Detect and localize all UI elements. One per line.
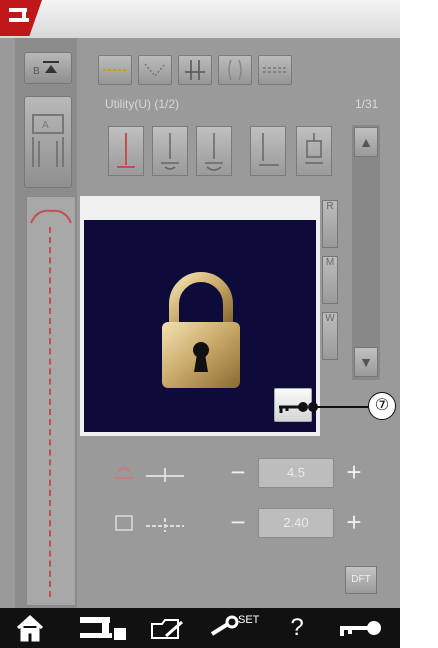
side-tab-2[interactable]: M bbox=[322, 256, 338, 304]
lock-key-button[interactable] bbox=[332, 614, 388, 642]
default-button[interactable]: DFT bbox=[345, 566, 377, 594]
callout-leader-line bbox=[312, 406, 368, 408]
presser-foot-lift-icon: B bbox=[33, 61, 59, 77]
elongation-icon bbox=[263, 67, 287, 73]
help-button[interactable]: ? bbox=[282, 614, 312, 642]
stitch-pattern-4[interactable] bbox=[250, 126, 286, 176]
open-file-button[interactable] bbox=[146, 614, 190, 642]
stitch-foot-icon bbox=[161, 133, 179, 170]
top-bar bbox=[0, 0, 400, 38]
sewing-machine-icon bbox=[9, 8, 29, 22]
presser-foot-outline-icon bbox=[30, 209, 72, 224]
stitch-foot-icon bbox=[305, 133, 323, 164]
width-value: 4.5 bbox=[258, 458, 334, 488]
callout-number: ⑦ bbox=[368, 392, 396, 420]
mirror-image-icon bbox=[228, 59, 242, 81]
stitch-foot-icon bbox=[259, 133, 279, 166]
stitch-pattern-5[interactable] bbox=[296, 126, 332, 176]
stitch-foot-icon bbox=[205, 133, 223, 171]
sewing-machine-screen: B A Utility(U) (1/2) 1/31 ▲ ▼ R M W − 4.… bbox=[0, 0, 400, 648]
svg-text:B: B bbox=[33, 66, 40, 77]
settings-label: SET bbox=[238, 614, 260, 626]
home-button[interactable] bbox=[10, 614, 50, 642]
presser-foot-icon: A bbox=[32, 114, 64, 167]
settings-button[interactable]: SET bbox=[208, 614, 264, 642]
twin-needle-icon bbox=[185, 60, 205, 80]
stitch-length-icon bbox=[115, 515, 184, 532]
folder-open-icon bbox=[151, 619, 183, 639]
scroll-down-button[interactable]: ▼ bbox=[354, 347, 378, 377]
svg-text:A: A bbox=[42, 120, 49, 131]
mirror-image-button[interactable] bbox=[218, 55, 252, 85]
stitch-length-control: − 2.40 + bbox=[110, 506, 370, 540]
stitch-width-icon bbox=[114, 467, 184, 482]
bottom-navigation-bar: SET ? bbox=[0, 608, 400, 648]
stitch-option-tabs: R M W bbox=[322, 200, 338, 370]
width-decrease-button[interactable]: − bbox=[220, 458, 256, 488]
key-icon bbox=[279, 402, 308, 413]
stitch-preview-line bbox=[49, 227, 53, 597]
stitch-pattern-3[interactable] bbox=[196, 126, 232, 176]
key-icon bbox=[340, 621, 381, 636]
presser-foot-up-button[interactable]: B bbox=[24, 52, 72, 84]
stitch-pattern-1[interactable] bbox=[108, 126, 144, 176]
callout-anchor-dot bbox=[308, 402, 318, 412]
length-increase-button[interactable]: + bbox=[336, 508, 372, 538]
needle-position-icon bbox=[144, 63, 166, 78]
elongation-button[interactable] bbox=[258, 55, 292, 85]
mode-title: Utility(U) (1/2) bbox=[105, 97, 179, 111]
stitch-width-control: − 4.5 + bbox=[110, 456, 370, 490]
stitch-pattern-2[interactable] bbox=[152, 126, 188, 176]
needle-position-button[interactable] bbox=[138, 55, 172, 85]
length-decrease-button[interactable]: − bbox=[220, 508, 256, 538]
scroll-up-button[interactable]: ▲ bbox=[354, 127, 378, 157]
sewing-machine-mode-icon bbox=[80, 617, 126, 640]
pattern-scrollbar[interactable]: ▲ ▼ bbox=[352, 125, 380, 380]
straight-stitch-icon bbox=[103, 69, 127, 71]
straight-stitch-category-button[interactable] bbox=[98, 55, 132, 85]
home-icon bbox=[16, 614, 44, 642]
side-tab-3[interactable]: W bbox=[322, 312, 338, 360]
presser-foot-button[interactable]: A bbox=[24, 96, 72, 188]
side-tab-1[interactable]: R bbox=[322, 200, 338, 248]
padlock-icon bbox=[162, 272, 240, 388]
stitch-preview-rail bbox=[26, 196, 76, 606]
page-indicator: 1/31 bbox=[355, 97, 379, 111]
straight-stitch-pattern-icon bbox=[117, 133, 135, 168]
wrench-icon bbox=[210, 615, 239, 636]
length-value: 2.40 bbox=[258, 508, 334, 538]
twin-needle-button[interactable] bbox=[178, 55, 212, 85]
width-increase-button[interactable]: + bbox=[336, 458, 372, 488]
mode-switch-button[interactable] bbox=[76, 614, 132, 642]
unlock-key-button[interactable] bbox=[274, 388, 312, 422]
